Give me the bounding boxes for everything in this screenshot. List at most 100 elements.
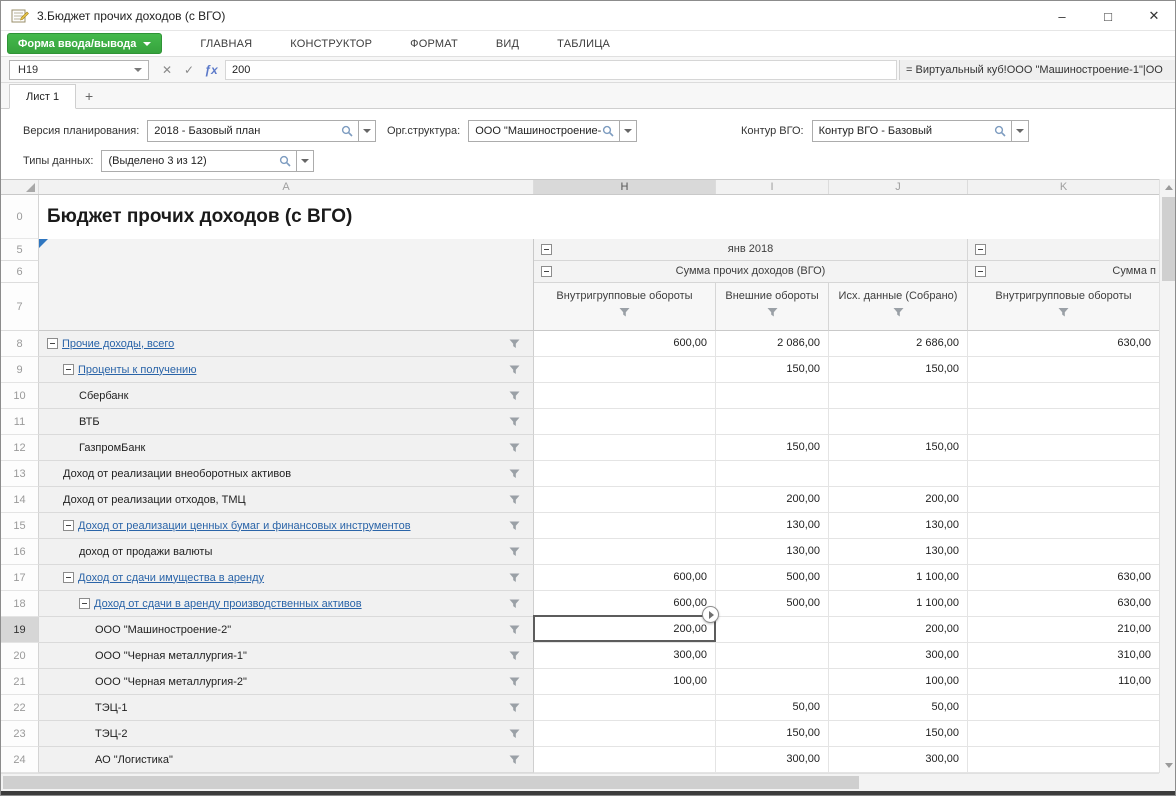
filter-icon[interactable] (509, 702, 520, 713)
cell-J15[interactable]: 130,00 (829, 513, 968, 539)
row-number[interactable]: 19 (1, 617, 39, 643)
filter-icon[interactable] (509, 754, 520, 765)
row-number[interactable]: 10 (1, 383, 39, 409)
row-number[interactable]: 20 (1, 643, 39, 669)
cell-H22[interactable] (534, 695, 716, 721)
row-number[interactable]: 18 (1, 591, 39, 617)
row-number[interactable]: 17 (1, 565, 39, 591)
formula-input[interactable]: 200 (225, 60, 897, 80)
cell-K15[interactable] (968, 513, 1159, 539)
row-label-cell[interactable]: ГазпромБанк (39, 435, 534, 461)
filter-icon[interactable] (619, 307, 630, 318)
cell-H15[interactable] (534, 513, 716, 539)
period-group-header[interactable]: янв 2018 (534, 239, 968, 261)
dropdown-button[interactable] (619, 120, 637, 142)
cell-I24[interactable]: 300,00 (716, 747, 829, 773)
search-icon[interactable] (341, 125, 353, 137)
column-header-J[interactable]: J (829, 180, 968, 194)
cell-K22[interactable] (968, 695, 1159, 721)
filter-icon[interactable] (509, 598, 520, 609)
cell-name-box[interactable]: H19 (9, 60, 149, 80)
scroll-up-icon[interactable] (1160, 179, 1176, 195)
row-label[interactable]: Доход от реализации ценных бумаг и финан… (78, 520, 441, 532)
row-label-cell[interactable]: ООО "Черная металлургия-2" (39, 669, 534, 695)
cell-H21[interactable]: 100,00 (534, 669, 716, 695)
row-label-cell[interactable]: доход от продажи валюты (39, 539, 534, 565)
chevron-down-icon[interactable] (134, 68, 142, 72)
cell-J16[interactable]: 130,00 (829, 539, 968, 565)
row-label-cell[interactable]: ООО "Черная металлургия-1" (39, 643, 534, 669)
horizontal-scrollbar[interactable] (1, 773, 1159, 791)
filter-icon[interactable] (509, 390, 520, 401)
search-icon[interactable] (279, 155, 291, 167)
dropdown-button[interactable] (1011, 120, 1029, 142)
select-all-corner[interactable] (1, 180, 39, 194)
cell-J11[interactable] (829, 409, 968, 435)
filter-icon[interactable] (509, 572, 520, 583)
cell-I11[interactable] (716, 409, 829, 435)
column-header-I[interactable]: I (716, 180, 829, 194)
cell-J9[interactable]: 150,00 (829, 357, 968, 383)
cell-H10[interactable] (534, 383, 716, 409)
cell-K14[interactable] (968, 487, 1159, 513)
cell-I13[interactable] (716, 461, 829, 487)
cell-I12[interactable]: 150,00 (716, 435, 829, 461)
filter-icon[interactable] (509, 468, 520, 479)
cell-I19[interactable] (716, 617, 829, 643)
cell-J13[interactable] (829, 461, 968, 487)
measure-group-header[interactable]: Сумма прочих доходов (ВГО) (534, 261, 968, 283)
row-header-block[interactable] (39, 239, 534, 331)
column-header-A[interactable]: A (39, 180, 534, 194)
filter-icon[interactable] (509, 416, 520, 427)
row-number[interactable]: 23 (1, 721, 39, 747)
cell-I20[interactable] (716, 643, 829, 669)
filter-icon[interactable] (1058, 307, 1069, 318)
cell-J10[interactable] (829, 383, 968, 409)
cell-K23[interactable] (968, 721, 1159, 747)
row-number[interactable]: 11 (1, 409, 39, 435)
value-column-caption[interactable]: Исх. данные (Собрано) (829, 283, 968, 331)
dropdown-button[interactable] (358, 120, 376, 142)
cell-H13[interactable] (534, 461, 716, 487)
cell-H12[interactable] (534, 435, 716, 461)
period-group-header-next[interactable] (968, 239, 1159, 261)
dropdown-button[interactable] (296, 150, 314, 172)
cell-H20[interactable]: 300,00 (534, 643, 716, 669)
row-label-cell[interactable]: АО "Логистика" (39, 747, 534, 773)
cell-drill-button[interactable] (702, 606, 719, 623)
insert-function-icon[interactable] (201, 60, 221, 80)
row-label[interactable]: Проценты к получению (78, 364, 226, 376)
cell-J23[interactable]: 150,00 (829, 721, 968, 747)
cell-J21[interactable]: 100,00 (829, 669, 968, 695)
filter-icon[interactable] (509, 676, 520, 687)
row-label-cell[interactable]: Доход от реализации ценных бумаг и финан… (39, 513, 534, 539)
cell-J20[interactable]: 300,00 (829, 643, 968, 669)
collapse-minus-icon[interactable] (63, 520, 74, 531)
version-filter-value[interactable]: 2018 - Базовый план (148, 125, 341, 137)
cell-I17[interactable]: 500,00 (716, 565, 829, 591)
sheet-tab-list1[interactable]: Лист 1 (9, 84, 76, 109)
cell-K12[interactable] (968, 435, 1159, 461)
filter-icon[interactable] (893, 307, 904, 318)
row-label-cell[interactable]: ВТБ (39, 409, 534, 435)
maximize-button[interactable]: □ (1085, 1, 1131, 31)
cell-I18[interactable]: 500,00 (716, 591, 829, 617)
search-icon[interactable] (602, 125, 614, 137)
ribbon-tab-main[interactable]: ГЛАВНАЯ (200, 38, 252, 50)
collapse-minus-icon[interactable] (79, 598, 90, 609)
cancel-entry-icon[interactable] (157, 60, 177, 80)
cell-K16[interactable] (968, 539, 1159, 565)
ribbon-tab-constructor[interactable]: КОНСТРУКТОР (290, 38, 372, 50)
cell-J17[interactable]: 1 100,00 (829, 565, 968, 591)
row-label-cell[interactable]: ТЭЦ-2 (39, 721, 534, 747)
collapse-minus-icon[interactable] (975, 266, 986, 277)
row-label[interactable]: Доход от сдачи в аренду производственных… (94, 598, 392, 610)
filter-icon[interactable] (509, 364, 520, 375)
ribbon-tab-table[interactable]: ТАБЛИЦА (557, 38, 610, 50)
row-number[interactable]: 24 (1, 747, 39, 773)
confirm-entry-icon[interactable] (179, 60, 199, 80)
value-column-caption[interactable]: Внутригрупповые обороты (534, 283, 716, 331)
org-filter-combo[interactable]: ООО "Машиностроение-1" (468, 120, 637, 142)
row-label[interactable]: Доход от сдачи имущества в аренду (78, 572, 294, 584)
cell-K19[interactable]: 210,00 (968, 617, 1159, 643)
